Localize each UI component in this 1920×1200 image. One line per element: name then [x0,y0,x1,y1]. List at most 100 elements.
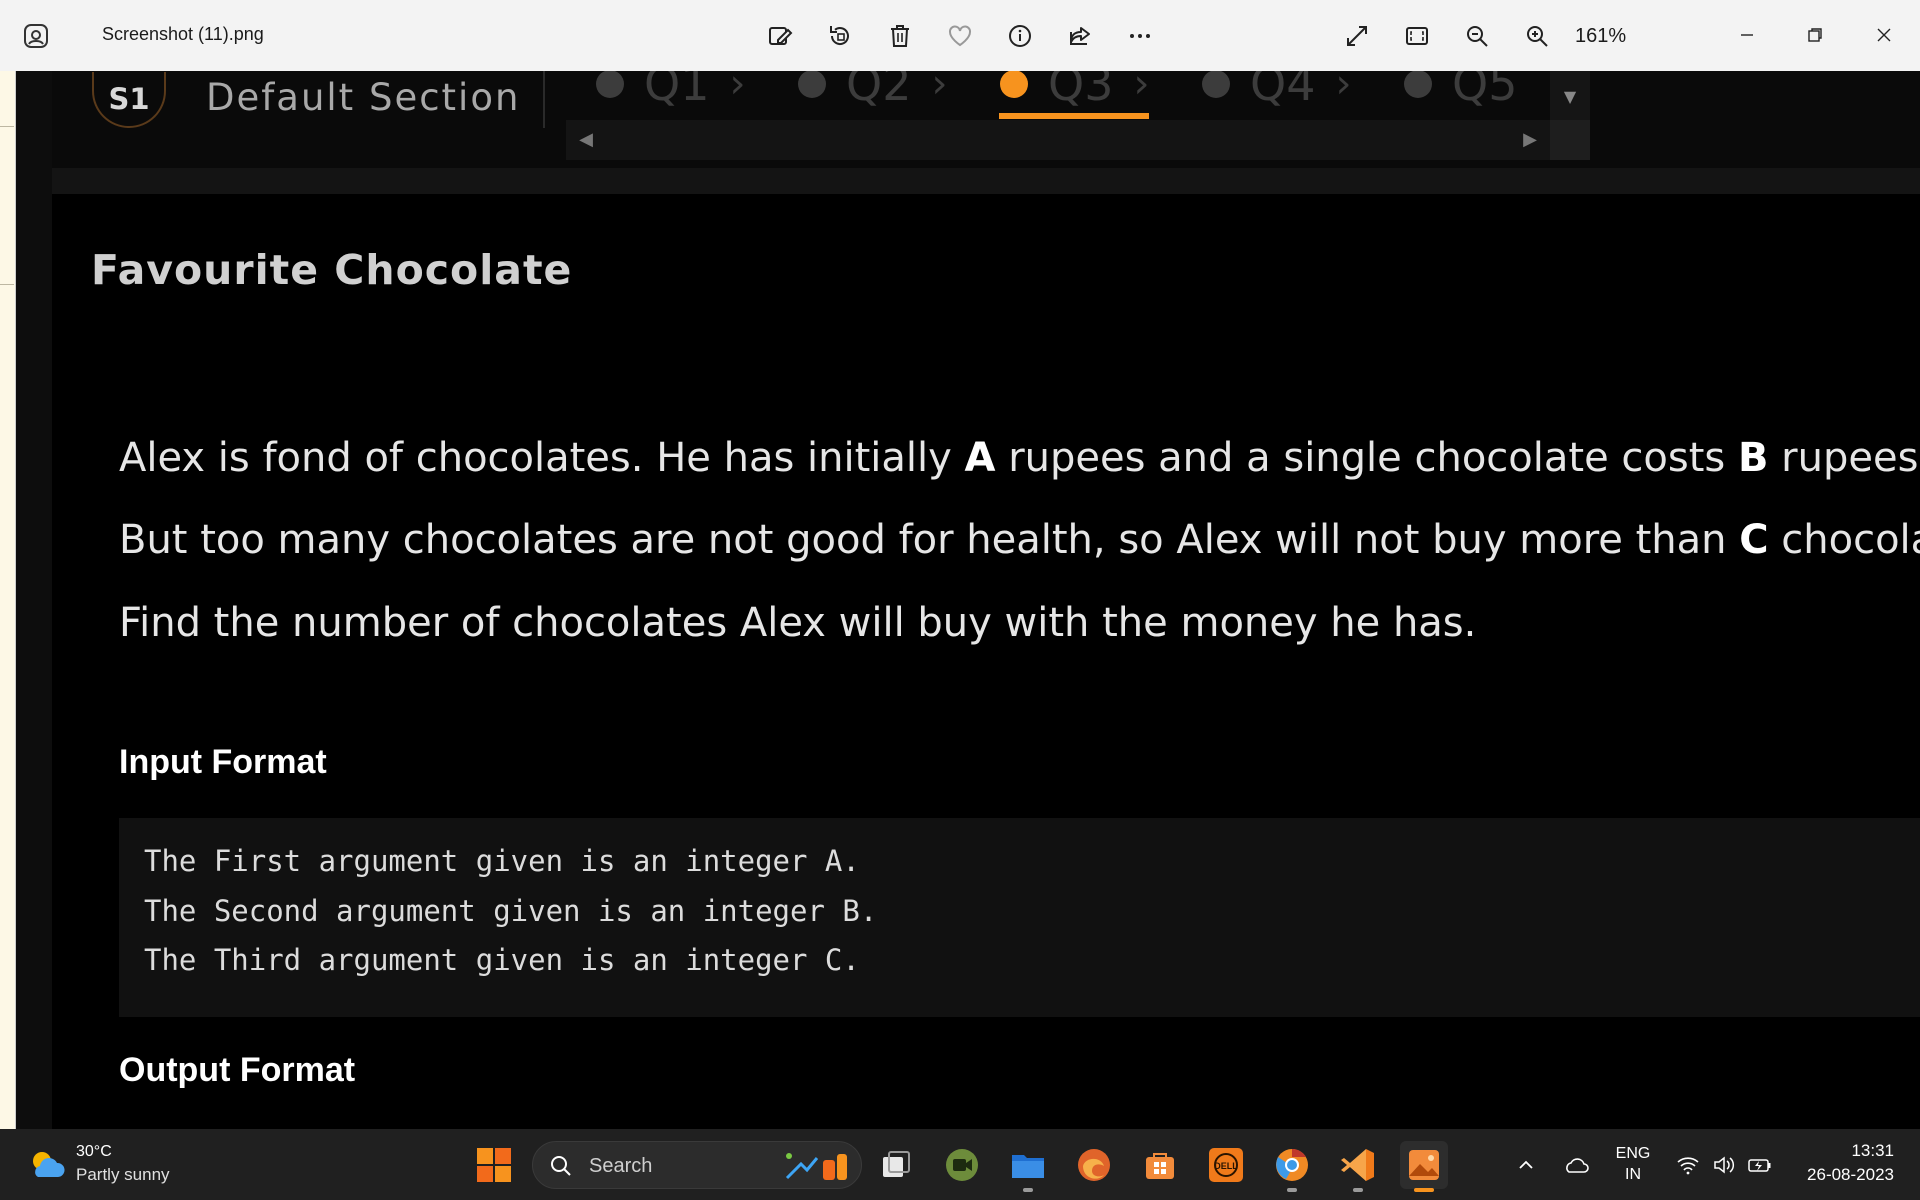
zoom-out-icon [1467,26,1488,47]
fit-to-window-button[interactable] [1398,17,1436,55]
meet-app-button[interactable] [938,1141,986,1189]
dell-icon: DELL [1209,1148,1243,1182]
question-tab-q1[interactable]: Q1 › [596,71,745,111]
input-format-heading: Input Format [119,743,327,781]
onedrive-button[interactable] [1558,1129,1594,1200]
question-nav-scrollbar[interactable]: ◀ ▶ [566,120,1590,160]
edge-button[interactable] [1070,1141,1118,1189]
edge-divider [0,126,14,127]
question-tab-q4[interactable]: Q4 › [1202,71,1351,111]
taskbar: 30°C Partly sunny Search DELL ENG IN 13:… [0,1129,1920,1200]
question-title: Favourite Chocolate [91,246,573,294]
chrome-icon [1276,1148,1308,1181]
task-view-icon [883,1151,910,1177]
rotate-icon [830,26,849,45]
scroll-left-icon[interactable]: ◀ [576,130,596,150]
volume-button[interactable] [1706,1129,1742,1200]
more-button[interactable] [1121,17,1159,55]
question-label: Q3 [1048,71,1114,111]
task-view-button[interactable] [872,1141,920,1189]
edge-icon [1078,1149,1110,1181]
share-icon [1070,27,1090,45]
input-language[interactable]: ENG IN [1610,1143,1656,1185]
question-label: Q5 [1452,71,1518,111]
zoom-level[interactable]: 161% [1575,25,1626,48]
share-button[interactable] [1061,17,1099,55]
search-placeholder: Search [589,1155,653,1177]
running-indicator [1023,1188,1033,1192]
section-divider [543,71,545,128]
chevron-right-icon: › [931,71,948,107]
question-tab-q3[interactable]: Q3 › [1000,71,1149,111]
header-separator [52,168,1920,194]
image-left-edge [0,71,16,1129]
search-highlight-icon [785,1153,847,1180]
page-gutter [16,71,52,1129]
battery-button[interactable] [1742,1129,1778,1200]
minimize-icon [1741,34,1753,36]
network-button[interactable] [1670,1129,1706,1200]
code-line: The First argument given is an integer A… [144,844,860,878]
status-dot [596,71,624,98]
code-line: The Third argument given is an integer C… [144,943,860,977]
battery-charging-icon [1748,1158,1771,1172]
chevron-up-icon [1519,1160,1533,1169]
info-button[interactable] [1001,17,1039,55]
close-button[interactable] [1861,12,1907,58]
weather-temperature: 30°C [76,1143,112,1160]
show-hidden-icons-button[interactable] [1510,1129,1542,1200]
active-question-underline [999,113,1149,119]
vscode-icon [1341,1149,1374,1181]
svg-text:DELL: DELL [1214,1161,1238,1171]
photos-icon [1409,1150,1439,1180]
problem-paragraph: Find the number of chocolates Alex will … [119,600,1477,646]
question-tab-q2[interactable]: Q2 › [798,71,947,111]
delete-icon [891,25,909,47]
taskbar-search[interactable]: Search [532,1141,862,1189]
vscode-button[interactable] [1334,1141,1382,1192]
clock-date: 26-08-2023 [1807,1165,1894,1184]
chevron-right-icon: › [729,71,746,107]
zoom-in-button[interactable] [1518,17,1556,55]
edit-image-icon [769,27,793,45]
running-indicator [1287,1188,1297,1192]
title-bar: Screenshot (11).png 161% [0,0,1920,71]
zoom-in-icon [1527,26,1548,47]
scrollbar-corner [1550,120,1590,160]
meet-icon [946,1149,978,1181]
maximize-button[interactable] [1792,12,1838,58]
more-icon [1130,34,1150,38]
question-tab-q5[interactable]: Q5 [1404,71,1517,111]
favorite-button[interactable] [941,17,979,55]
fullscreen-button[interactable] [1338,17,1376,55]
language-code: ENG [1615,1145,1651,1162]
partly-sunny-icon [33,1152,65,1177]
chevron-right-icon: › [1133,71,1150,107]
photos-button[interactable] [1400,1141,1448,1192]
question-label: Q2 [846,71,912,111]
running-indicator [1353,1188,1363,1192]
dell-app-button[interactable]: DELL [1202,1141,1250,1189]
status-dot [1404,71,1432,98]
weather-description: Partly sunny [76,1165,170,1184]
chevron-right-icon: › [1335,71,1352,107]
file-explorer-button[interactable] [1004,1141,1052,1192]
output-format-heading: Output Format [119,1051,356,1089]
chrome-button[interactable] [1268,1141,1316,1192]
start-button[interactable] [470,1141,518,1189]
delete-button[interactable] [881,17,919,55]
status-dot [1202,71,1230,98]
windows-start-icon [477,1148,511,1182]
status-dot [798,71,826,98]
rotate-button[interactable] [821,17,859,55]
photos-app-icon [22,22,50,50]
question-dropdown-button[interactable]: ▼ [1550,71,1590,121]
fullscreen-icon [1347,26,1367,46]
running-indicator [1414,1188,1434,1192]
microsoft-store-button[interactable] [1136,1141,1184,1189]
minimize-button[interactable] [1724,12,1770,58]
problem-paragraph: But too many chocolates are not good for… [119,517,1920,563]
zoom-out-button[interactable] [1458,17,1496,55]
scroll-right-icon[interactable]: ▶ [1520,130,1540,150]
edit-image-button[interactable] [761,17,799,55]
